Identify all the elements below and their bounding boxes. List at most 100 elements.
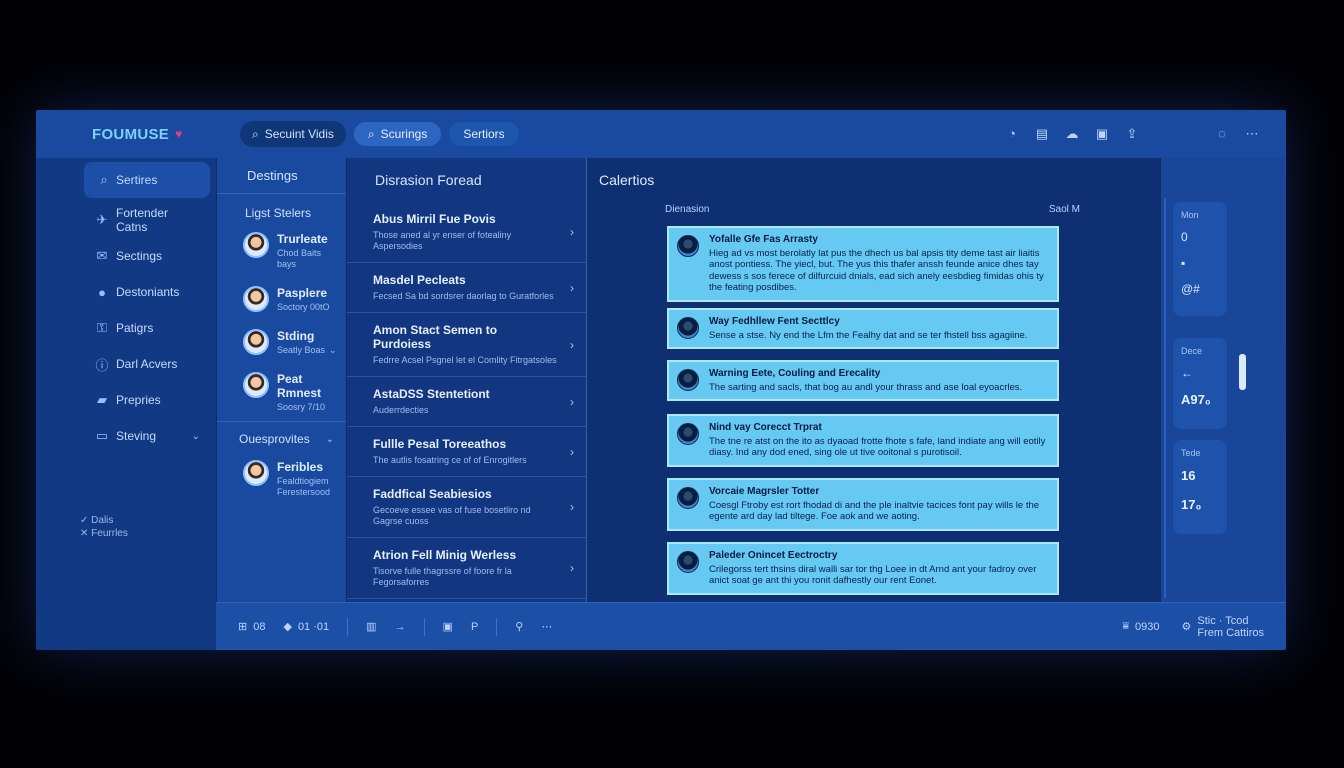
contact-item[interactable]: Peat Rmnest Soosry 7/10: [217, 364, 346, 421]
status-label: Stic · Tcod: [1197, 614, 1249, 627]
cloud-icon[interactable]: ☁: [1064, 126, 1080, 142]
separator-line: [423, 617, 425, 636]
contact-sub: Seatly Boas: [277, 345, 326, 355]
chevron-right-icon: ›: [570, 561, 574, 575]
pill-label: Scurings: [380, 127, 428, 141]
sidebar-item-destoniants[interactable]: ● Destoniants: [36, 274, 216, 310]
app-window: FOUMUSE ♥ ⌕ Secuint Vidis ⌕ Scurings Ser…: [36, 110, 1286, 650]
link-button[interactable]: ⚲: [515, 620, 523, 633]
separator-line: [347, 617, 349, 636]
contact-item[interactable]: Trurleate Chod Baits bays: [217, 224, 346, 278]
message-card[interactable]: Nind vay Corecct Trprat The tne re atst …: [667, 414, 1059, 467]
chat-icon[interactable]: ◌: [1214, 126, 1230, 142]
share-icon[interactable]: ⇪: [1124, 126, 1140, 142]
message-card[interactable]: Paleder Onincet Eectroctry Crilegorss te…: [667, 542, 1059, 595]
rail-value: ▪: [1181, 256, 1186, 270]
scrollbar-thumb[interactable]: [1239, 354, 1246, 390]
status-area: ⩸ 0930 ⚙ Stic · Tcod Frem Cattiros: [1122, 615, 1286, 639]
thread-title: AstaDSS Stentetiont: [373, 387, 490, 401]
sidebar-item-steving[interactable]: ▭ Steving ⌄: [36, 418, 216, 454]
message-body: Hieg ad vs most berolatly lat pus the dh…: [709, 247, 1044, 294]
contact-item[interactable]: Pasplere Soctory 00tO: [217, 278, 346, 321]
sidebar-item-label: Sertires: [116, 173, 158, 187]
more-icon[interactable]: ⋯: [1244, 126, 1260, 142]
scurings-pill-button[interactable]: ⌕ Scurings: [353, 122, 442, 146]
sidebar-item-darl-acvers[interactable]: ⓘ Darl Acvers: [36, 346, 216, 382]
forward-button[interactable]: →: [395, 621, 406, 633]
message-title: Warning Eete, Couling and Erecality: [709, 368, 881, 379]
message-body: Sense a stse. Ny end the Lfm the Fealhy …: [709, 329, 1028, 341]
thread-item[interactable]: Masdel Pecleats Fecsed Sa bd sordsrer da…: [347, 263, 586, 313]
thread-item[interactable]: AstaDSS Stentetiont Auderrdecties ›: [347, 377, 586, 427]
message-card[interactable]: Vorcaie Magrsler Totter Coesgl Ftroby es…: [667, 478, 1059, 531]
sertiors-pill-button[interactable]: Sertiors: [449, 122, 519, 146]
message-body: The tne re atst on the ito as dyaoad fro…: [709, 435, 1046, 459]
status-info[interactable]: ⚙ Stic · Tcod Frem Cattiros: [1182, 615, 1265, 639]
message-card[interactable]: Warning Eete, Couling and Erecality The …: [667, 360, 1059, 401]
thread-preview: Fecsed Sa bd sordsrer daorlag to Guratfo…: [373, 291, 554, 301]
thread-preview: Tisorve fulle thagrssre of foore fr la F…: [373, 566, 512, 587]
toolbar-label: 01 ·01: [297, 620, 330, 633]
thread-title: Faddfical Seabiesios: [373, 487, 492, 501]
top-icon-group: ◔ ▤ ☁ ▣ ⇪ ◌ ⋯: [1004, 126, 1286, 142]
rail-card-label: Dece: [1181, 346, 1203, 356]
thread-item[interactable]: Atrion Fell Minig Werless Tisorve fulle …: [347, 538, 586, 599]
chevron-right-icon: ›: [570, 337, 574, 352]
thread-item[interactable]: Fullle Pesal Toreeathos The autlis fosat…: [347, 427, 586, 477]
meta-left: Dienasion: [665, 204, 710, 215]
sidebar-item-patigrs[interactable]: ⚿ Patigrs: [36, 310, 216, 346]
rail-value: 17₀: [1181, 497, 1202, 512]
contact-item[interactable]: Stding Seatly Boas ⌄: [217, 321, 346, 364]
paragraph-button[interactable]: P: [471, 621, 478, 633]
thread-title: Abus Mirril Fue Povis: [373, 212, 496, 226]
document-icon[interactable]: ▤: [1034, 126, 1050, 142]
contact-item[interactable]: Feribles Fealdtiogiem Ferestersood: [217, 452, 346, 506]
sidebar-item-prepries[interactable]: ▰ Prepries: [36, 382, 216, 418]
message-card[interactable]: Way Fedhllew Fent Secttlcy Sense a stse.…: [667, 308, 1059, 349]
rail-card-dece[interactable]: Dece ← A97₀: [1173, 338, 1227, 429]
sidebar-item-sertires[interactable]: ⌕ Sertires: [84, 162, 210, 198]
rail-card-mon[interactable]: Mon 0 ▪ @#: [1173, 202, 1227, 316]
pin-button[interactable]: ◆ 01 ·01: [283, 620, 330, 634]
bag-icon[interactable]: ▣: [1094, 126, 1110, 142]
heart-icon: ♥: [175, 127, 183, 141]
arrow-right-icon: →: [394, 620, 406, 633]
save-button[interactable]: ▣: [443, 620, 453, 633]
avatar: [243, 329, 269, 355]
message-card[interactable]: Yofalle Gfe Fas Arrasty Hieg ad vs most …: [667, 226, 1059, 302]
message-body: Crilegorss tert thsins diral walli sar t…: [709, 563, 1037, 587]
chevron-right-icon: ›: [570, 280, 574, 295]
sidebar-item-fortender[interactable]: ✈ Fortender Catns: [36, 202, 216, 238]
contact-sub: Fealdtiogiem Ferestersood: [277, 476, 331, 497]
sidebar-item-label: Fortender Catns: [116, 206, 169, 234]
separator-line: [496, 617, 498, 636]
columns-button[interactable]: ▥: [366, 620, 376, 633]
contact-sub: Soctory 00tO: [277, 302, 330, 312]
sidebar-item-label: Prepries: [116, 393, 161, 407]
thread-title: Amon Stact Semen to Purdoiess: [373, 323, 498, 351]
arrow-left-icon[interactable]: ←: [1181, 366, 1219, 380]
rail-card-tede[interactable]: Tede 16 17₀: [1173, 440, 1227, 534]
more-button[interactable]: ⋯: [541, 620, 552, 633]
scrollbar-track[interactable]: [1164, 198, 1166, 598]
avatar: [677, 369, 699, 391]
pill-label: Sertiors: [463, 127, 505, 141]
brand-name: FOUMUSE: [92, 125, 170, 143]
thread-item[interactable]: Faddfical Seabiesios Gecoeve essee vas o…: [347, 477, 586, 538]
grid-button[interactable]: ⊞ 08: [238, 620, 265, 634]
sidebar-item-sectings[interactable]: ✉ Sectings: [36, 238, 216, 274]
footer-line[interactable]: ✓ Dalis: [80, 514, 128, 527]
section-ouesprovites[interactable]: Ouesprovites ⌄: [217, 421, 346, 452]
top-bar: FOUMUSE ♥ ⌕ Secuint Vidis ⌕ Scurings Ser…: [36, 110, 1286, 158]
chevron-down-icon[interactable]: ⌄: [329, 345, 337, 355]
pin-icon: ◆: [283, 621, 292, 633]
footer-line[interactable]: ✕ Feurrles: [80, 527, 128, 540]
timer-icon[interactable]: ◔: [1004, 126, 1020, 142]
thread-item[interactable]: Abus Mirril Fue Povis Those aned al yr e…: [347, 202, 586, 263]
brand-logo[interactable]: FOUMUSE ♥: [36, 126, 216, 143]
text-icon: P: [470, 620, 479, 633]
search-input[interactable]: ⌕ Secuint Vidis: [240, 121, 346, 147]
chevron-down-icon: ⌄: [325, 433, 334, 445]
avatar: [243, 286, 269, 312]
thread-item[interactable]: Amon Stact Semen to Purdoiess Fedrre Acs…: [347, 313, 586, 377]
